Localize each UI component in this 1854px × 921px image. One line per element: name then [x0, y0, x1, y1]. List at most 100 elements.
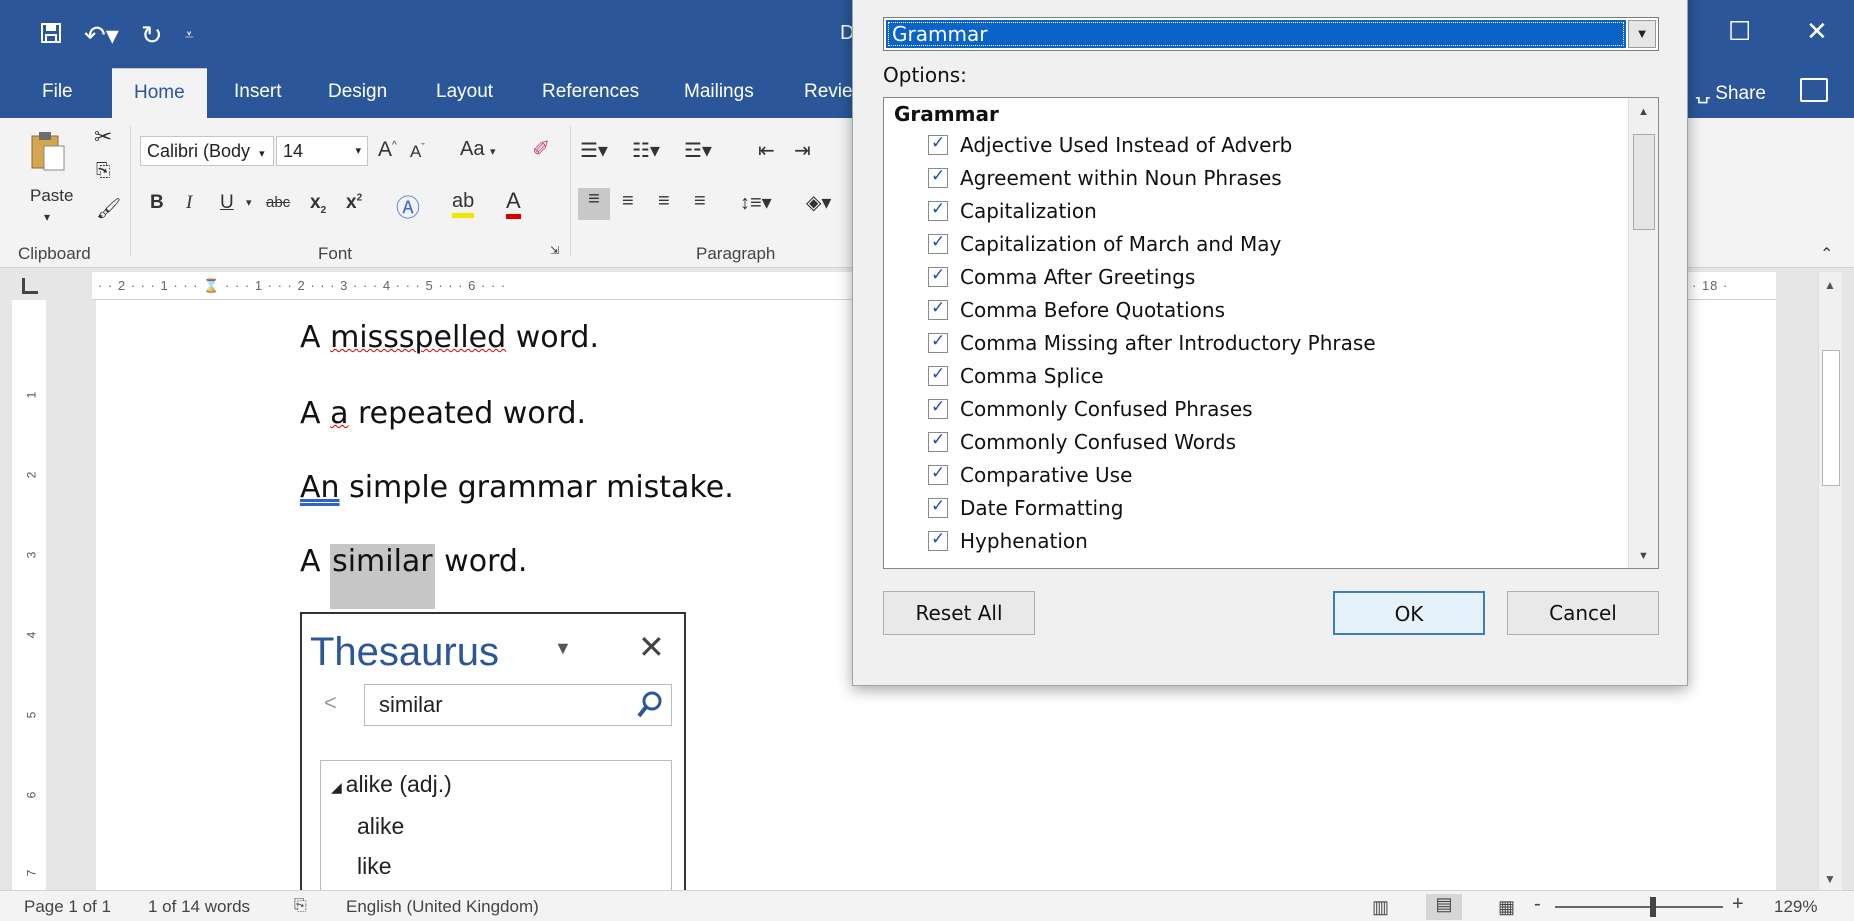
option-checkbox[interactable]: Commonly Confused Phrases: [928, 394, 1253, 424]
dialog-launcher-icon[interactable]: ⇲: [550, 244, 559, 257]
tab-home[interactable]: Home: [112, 68, 207, 118]
checkbox-checked-icon[interactable]: [928, 133, 948, 155]
copy-icon[interactable]: ⎘: [96, 160, 110, 181]
restore-icon[interactable]: ☐: [1728, 16, 1751, 47]
decrease-indent-icon[interactable]: ⇤: [758, 138, 775, 163]
checkbox-checked-icon[interactable]: [928, 529, 948, 551]
checkbox-checked-icon[interactable]: [928, 199, 948, 221]
scroll-down-icon[interactable]: ▼: [1638, 550, 1649, 562]
underline-button[interactable]: U: [220, 192, 234, 214]
zoom-slider[interactable]: [1555, 906, 1723, 908]
options-list[interactable]: Grammar Adjective Used Instead of Adverb…: [883, 97, 1659, 569]
tab-design[interactable]: Design: [306, 68, 409, 118]
align-left-icon[interactable]: ≡: [578, 188, 610, 220]
zoom-level[interactable]: 129%: [1774, 897, 1817, 917]
option-checkbox[interactable]: Commonly Confused Words: [928, 427, 1236, 457]
tab-references[interactable]: References: [520, 68, 661, 118]
tab-file[interactable]: File: [20, 68, 95, 118]
misspelled-word[interactable]: missspelled: [330, 320, 506, 355]
options-scrollbar-thumb[interactable]: [1633, 134, 1655, 230]
text-effects-icon[interactable]: Ⓐ: [396, 188, 420, 223]
paste-icon[interactable]: [30, 130, 68, 177]
scroll-up-icon[interactable]: ▲: [1824, 278, 1836, 292]
back-icon[interactable]: <: [324, 690, 337, 716]
reset-all-button[interactable]: Reset All: [883, 591, 1035, 635]
bold-button[interactable]: B: [150, 192, 164, 214]
cancel-button[interactable]: Cancel: [1507, 591, 1659, 635]
collapse-ribbon-icon[interactable]: ⌃: [1820, 244, 1833, 264]
ok-button[interactable]: OK: [1333, 591, 1485, 635]
checkbox-checked-icon[interactable]: [928, 166, 948, 188]
option-checkbox[interactable]: Adjective Used Instead of Adverb: [928, 130, 1292, 160]
tab-layout[interactable]: Layout: [414, 68, 515, 118]
line-spacing-icon[interactable]: ↕≡▾: [740, 190, 772, 215]
search-icon[interactable]: [637, 691, 663, 719]
save-icon[interactable]: [40, 20, 62, 51]
scrollbar-thumb[interactable]: [1822, 350, 1840, 486]
highlight-color-icon[interactable]: ab: [452, 190, 475, 218]
justify-icon[interactable]: ≡: [694, 190, 706, 213]
writing-style-select[interactable]: Grammar ▼: [883, 17, 1659, 51]
language-status[interactable]: English (United Kingdom): [346, 897, 539, 917]
grammar-error-word[interactable]: An: [300, 470, 340, 505]
thesaurus-search-input[interactable]: [365, 685, 625, 725]
option-checkbox[interactable]: Capitalization: [928, 196, 1097, 226]
undo-icon[interactable]: ↶▾: [84, 20, 119, 51]
paste-dropdown-icon[interactable]: ▾: [44, 210, 50, 224]
doc-line-misspelled[interactable]: A missspelled word.: [300, 320, 599, 355]
checkbox-checked-icon[interactable]: [928, 265, 948, 287]
font-size-combo[interactable]: 14 ▾: [276, 136, 368, 166]
option-checkbox[interactable]: Comparative Use: [928, 460, 1132, 490]
tab-mailings[interactable]: Mailings: [662, 68, 776, 118]
italic-button[interactable]: I: [186, 192, 192, 214]
proofing-icon[interactable]: ⎘: [294, 897, 307, 915]
option-checkbox[interactable]: Comma Missing after Introductory Phrase: [928, 328, 1376, 358]
scroll-down-icon[interactable]: ▼: [1824, 872, 1836, 886]
checkbox-checked-icon[interactable]: [928, 496, 948, 518]
shrink-font-button[interactable]: Aˇ: [410, 142, 425, 162]
option-checkbox[interactable]: Comma After Greetings: [928, 262, 1195, 292]
shading-icon[interactable]: ◈▾: [806, 190, 831, 215]
increase-indent-icon[interactable]: ⇥: [794, 138, 811, 163]
result-item[interactable]: alike: [357, 813, 404, 840]
numbering-icon[interactable]: ☷▾: [632, 138, 660, 163]
format-painter-icon[interactable]: 🖌: [96, 196, 121, 221]
checkbox-checked-icon[interactable]: [928, 331, 948, 353]
customize-qat-icon[interactable]: ⩡: [185, 27, 194, 45]
tab-selector-icon[interactable]: [22, 278, 38, 294]
scroll-up-icon[interactable]: ▲: [1638, 106, 1649, 118]
page-count[interactable]: Page 1 of 1: [24, 897, 111, 917]
checkbox-checked-icon[interactable]: [928, 232, 948, 254]
doc-line-repeated[interactable]: A a repeated word.: [300, 396, 586, 431]
font-name-combo[interactable]: Calibri (Body ▾: [140, 136, 274, 166]
option-checkbox[interactable]: Date Formatting: [928, 493, 1123, 523]
grow-font-button[interactable]: A^: [378, 138, 397, 162]
change-case-button[interactable]: Aa ▾: [460, 138, 496, 161]
tab-insert[interactable]: Insert: [212, 68, 304, 118]
option-checkbox[interactable]: Comma Splice: [928, 361, 1104, 391]
zoom-slider-thumb[interactable]: [1650, 897, 1656, 917]
multilevel-list-icon[interactable]: ☲▾: [684, 138, 712, 163]
cut-icon[interactable]: ✂: [94, 124, 112, 150]
word-count[interactable]: 1 of 14 words: [148, 897, 250, 917]
redo-icon[interactable]: ↻: [141, 20, 163, 51]
align-center-icon[interactable]: ≡: [622, 190, 634, 213]
share-button[interactable]: ⍽ Share: [1696, 82, 1766, 105]
close-icon[interactable]: ✕: [1806, 16, 1828, 47]
paste-button[interactable]: Paste: [30, 186, 73, 206]
doc-line-similar[interactable]: A similar word.: [300, 544, 527, 609]
option-checkbox[interactable]: Hyphenation: [928, 526, 1088, 556]
result-group[interactable]: ◢ alike (adj.): [331, 771, 452, 798]
web-layout-icon[interactable]: ▦: [1498, 897, 1515, 918]
checkbox-checked-icon[interactable]: [928, 463, 948, 485]
pane-options-icon[interactable]: ▼: [554, 638, 572, 659]
option-checkbox[interactable]: Comma Before Quotations: [928, 295, 1225, 325]
font-color-button[interactable]: A: [506, 188, 521, 219]
checkbox-checked-icon[interactable]: [928, 364, 948, 386]
result-item[interactable]: like: [357, 853, 392, 880]
selected-word[interactable]: similar: [330, 544, 435, 609]
chevron-down-icon[interactable]: ▾: [246, 196, 252, 209]
clear-formatting-icon[interactable]: ✐: [532, 136, 550, 162]
align-right-icon[interactable]: ≡: [658, 190, 670, 213]
zoom-in-icon[interactable]: +: [1732, 893, 1744, 916]
